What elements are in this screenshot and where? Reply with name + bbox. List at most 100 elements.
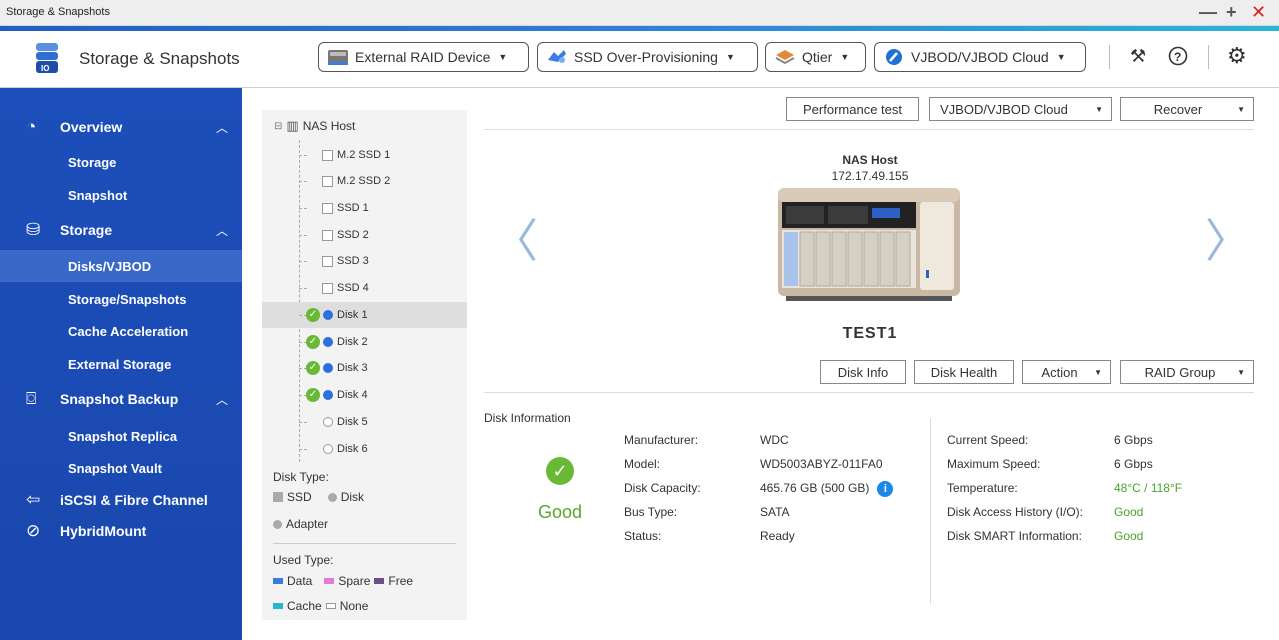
manufacturer-key: Manufacturer: bbox=[624, 433, 699, 447]
vjbod-icon bbox=[886, 49, 902, 65]
window-titlebar: Storage & Snapshots — + ✕ bbox=[0, 0, 1279, 26]
recover-dropdown[interactable]: Recover ▼ bbox=[1120, 97, 1254, 121]
chevron-down-icon: ▼ bbox=[840, 52, 850, 62]
nas-device-image[interactable] bbox=[776, 184, 962, 304]
raid-group-dropdown[interactable]: RAID Group ▼ bbox=[1120, 360, 1254, 384]
checkbox-icon[interactable] bbox=[322, 202, 333, 214]
tree-node-disk-3[interactable]: ✓ Disk 3 bbox=[262, 355, 467, 381]
sidebar-item-snapshot-replica[interactable]: Snapshot Replica bbox=[0, 420, 242, 452]
tools-icon[interactable]: ⚒ bbox=[1130, 46, 1146, 67]
sidebar-item-snapshot-vault[interactable]: Snapshot Vault bbox=[0, 452, 242, 484]
sidebar-group-label: iSCSI & Fibre Channel bbox=[60, 492, 208, 508]
info-icon[interactable]: i bbox=[877, 481, 894, 497]
disk-access-history-value[interactable]: Good bbox=[1114, 505, 1143, 519]
adapter-dot-icon bbox=[273, 519, 282, 529]
minimize-icon[interactable]: — bbox=[1199, 2, 1217, 22]
temperature-value: 48°C / 118°F bbox=[1114, 481, 1183, 495]
spare-swatch bbox=[324, 578, 335, 584]
tree-node-disk-6[interactable]: Disk 6 bbox=[262, 436, 467, 462]
divider bbox=[484, 392, 1254, 393]
sidebar-item-external-storage[interactable]: External Storage bbox=[0, 348, 242, 380]
checkbox-icon[interactable] bbox=[322, 255, 333, 267]
check-circle-icon: ✓ bbox=[306, 388, 320, 402]
collapse-icon[interactable]: ⊟ bbox=[274, 121, 282, 132]
recover-label: Recover bbox=[1153, 101, 1203, 117]
gear-icon[interactable]: ⚙ bbox=[1227, 43, 1247, 69]
maximize-icon[interactable]: + bbox=[1226, 2, 1237, 22]
sidebar-group-overview[interactable]: ◔ Overview ︿ bbox=[0, 112, 242, 142]
checkbox-icon[interactable] bbox=[322, 229, 333, 241]
tree-node-ssd-3[interactable]: SSD 3 bbox=[262, 248, 467, 274]
close-icon[interactable]: ✕ bbox=[1251, 2, 1266, 22]
svg-text:IO: IO bbox=[41, 64, 49, 73]
checkbox-icon[interactable] bbox=[322, 282, 333, 294]
model-value: WD5003ABYZ-011FA0 bbox=[760, 457, 883, 471]
current-speed-value: 6 Gbps bbox=[1114, 433, 1153, 447]
tree-node-label: SSD 3 bbox=[337, 255, 369, 267]
tree-node-label: Disk 4 bbox=[337, 389, 368, 401]
sidebar-item-disks-vjbod[interactable]: Disks/VJBOD bbox=[0, 250, 242, 282]
checkbox-icon[interactable] bbox=[322, 175, 333, 187]
tree-node-disk-1[interactable]: ✓ Disk 1 bbox=[262, 302, 467, 328]
tree-root-nas-host[interactable]: ⊟ ▥ NAS Host bbox=[274, 118, 355, 134]
sidebar-group-hybridmount[interactable]: ⊘ HybridMount bbox=[0, 516, 242, 546]
disk-health-button[interactable]: Disk Health bbox=[914, 360, 1014, 384]
tree-node-m2-ssd-1[interactable]: M.2 SSD 1 bbox=[262, 142, 467, 168]
tree-node-label: M.2 SSD 2 bbox=[337, 175, 391, 187]
current-speed-key: Current Speed: bbox=[947, 433, 1029, 447]
tree-node-m2-ssd-2[interactable]: M.2 SSD 2 bbox=[262, 168, 467, 194]
ssd-over-provisioning-button[interactable]: SSD Over-Provisioning ▼ bbox=[537, 42, 758, 72]
empty-slot-icon bbox=[323, 417, 333, 427]
checkbox-icon[interactable] bbox=[322, 149, 333, 161]
sidebar-group-snapshot-backup[interactable]: ⌼ Snapshot Backup ︿ bbox=[0, 384, 242, 414]
next-arrow-icon[interactable]: 〉 bbox=[1205, 218, 1251, 264]
data-swatch bbox=[273, 578, 283, 584]
maximum-speed-value: 6 Gbps bbox=[1114, 457, 1153, 471]
sidebar-item-cache-acceleration[interactable]: Cache Acceleration bbox=[0, 315, 242, 347]
sidebar-item-snapshot[interactable]: Snapshot bbox=[0, 179, 242, 211]
sidebar-item-storage-overview[interactable]: Storage bbox=[0, 146, 242, 178]
vjbod-cloud-dropdown-label: VJBOD/VJBOD Cloud bbox=[940, 101, 1068, 117]
previous-arrow-icon[interactable]: 〈 bbox=[492, 218, 538, 264]
disk-smart-info-value[interactable]: Good bbox=[1114, 529, 1143, 543]
manufacturer-value: WDC bbox=[760, 433, 789, 447]
disk-type-title: Disk Type: bbox=[273, 470, 329, 484]
external-raid-device-button[interactable]: External RAID Device ▼ bbox=[318, 42, 529, 72]
chevron-up-icon: ︿ bbox=[216, 392, 229, 407]
used-type-title: Used Type: bbox=[273, 553, 334, 567]
tree-node-disk-4[interactable]: ✓ Disk 4 bbox=[262, 382, 467, 408]
app-title: Storage & Snapshots bbox=[79, 49, 240, 68]
tree-node-disk-5[interactable]: Disk 5 bbox=[262, 409, 467, 435]
tree-node-label: M.2 SSD 1 bbox=[337, 149, 391, 161]
sidebar-item-label: Snapshot Vault bbox=[68, 460, 162, 476]
info-divider bbox=[930, 418, 931, 604]
disk-dot-icon bbox=[323, 390, 333, 400]
disk-info-label: Disk Info bbox=[837, 364, 889, 380]
performance-test-button[interactable]: Performance test bbox=[786, 97, 919, 121]
chevron-down-icon: ▼ bbox=[1095, 104, 1103, 114]
tree-node-ssd-1[interactable]: SSD 1 bbox=[262, 195, 467, 221]
tree-node-disk-2[interactable]: ✓ Disk 2 bbox=[262, 329, 467, 355]
tree-node-ssd-2[interactable]: SSD 2 bbox=[262, 222, 467, 248]
vjbod-cloud-button[interactable]: VJBOD/VJBOD Cloud ▼ bbox=[874, 42, 1086, 72]
legend-label: None bbox=[339, 599, 369, 613]
check-circle-icon: ✓ bbox=[306, 308, 320, 322]
sidebar-group-storage[interactable]: ⛁ Storage ︿ bbox=[0, 215, 242, 245]
action-dropdown[interactable]: Action ▼ bbox=[1022, 360, 1111, 384]
nas-host-name: NAS Host bbox=[842, 153, 898, 167]
disk-dot-icon bbox=[323, 363, 333, 373]
sidebar-group-iscsi[interactable]: ⇦ iSCSI & Fibre Channel bbox=[0, 485, 242, 515]
sidebar-item-storage-snapshots[interactable]: Storage/Snapshots bbox=[0, 283, 242, 315]
svg-text:?: ? bbox=[1174, 50, 1181, 64]
bus-type-key: Bus Type: bbox=[624, 505, 678, 519]
disk-capacity-row: 465.76 GB (500 GB) i bbox=[760, 481, 894, 497]
check-circle-icon: ✓ bbox=[546, 457, 574, 485]
help-icon[interactable]: ? bbox=[1168, 46, 1188, 71]
disk-info-button[interactable]: Disk Info bbox=[820, 360, 906, 384]
vjbod-cloud-dropdown[interactable]: VJBOD/VJBOD Cloud ▼ bbox=[929, 97, 1112, 121]
maximum-speed-key: Maximum Speed: bbox=[947, 457, 1041, 471]
tree-node-ssd-4[interactable]: SSD 4 bbox=[262, 275, 467, 301]
qtier-button[interactable]: Qtier ▼ bbox=[765, 42, 866, 72]
chevron-down-icon: ▼ bbox=[1094, 367, 1102, 377]
check-circle-icon: ✓ bbox=[306, 361, 320, 375]
